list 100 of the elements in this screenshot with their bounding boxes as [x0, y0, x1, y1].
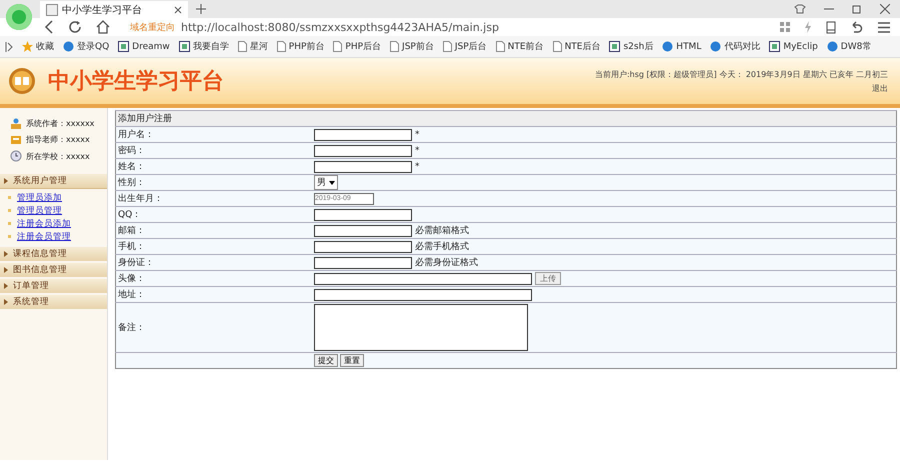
field-label: 头像：	[116, 270, 312, 286]
close-icon[interactable]	[880, 4, 890, 14]
field-label: 身份证：	[116, 254, 312, 270]
field-hint: 必需手机格式	[415, 242, 469, 252]
close-icon[interactable]	[174, 6, 182, 14]
bookmark[interactable]: PHP后台	[333, 40, 382, 53]
qr-icon[interactable]	[780, 22, 790, 32]
site-icon	[63, 41, 74, 52]
input-field[interactable]	[314, 224, 412, 236]
input-field[interactable]	[314, 128, 412, 140]
menu-link[interactable]: 管理员管理	[17, 204, 62, 216]
page-icon	[496, 41, 505, 52]
page-icon	[390, 41, 400, 52]
triangle-icon	[4, 178, 8, 184]
upload-button[interactable]: 上传	[535, 272, 561, 285]
undo-icon[interactable]	[850, 21, 864, 33]
info-text: 系统作者：xxxxxx	[26, 118, 94, 129]
bookmark[interactable]: NTE后台	[552, 40, 600, 53]
input-field[interactable]	[314, 240, 412, 252]
upload-field[interactable]	[314, 272, 532, 284]
field-label: 出生年月：	[116, 190, 312, 206]
info-text: 指导老师：xxxxx	[26, 134, 90, 145]
logo-icon	[8, 67, 36, 95]
reload-icon[interactable]	[68, 20, 82, 34]
info-text: 所在学校：xxxxx	[26, 150, 90, 162]
site-icon	[118, 41, 130, 52]
triangle-icon	[4, 251, 8, 257]
menu-icon[interactable]	[878, 22, 890, 32]
remarks-field[interactable]	[314, 304, 528, 351]
bookmark[interactable]: 收藏	[22, 40, 54, 53]
user-info: 当前用户:hsg [权限：超级管理员] 今天： 2019年3月9日 星期六 已亥年 二月初三	[594, 68, 888, 80]
back-icon[interactable]	[44, 20, 54, 34]
field-hint: *	[415, 162, 420, 172]
bullet-icon	[8, 196, 11, 199]
gender-select[interactable]: 男	[314, 175, 338, 190]
field-label: 密码：	[116, 142, 312, 158]
triangle-icon	[4, 283, 8, 289]
bookmark[interactable]: PHP前台	[276, 40, 324, 53]
bookmark[interactable]: 登录QQ	[63, 40, 110, 53]
menu-section[interactable]: 图书信息管理	[0, 263, 107, 277]
input-field[interactable]	[314, 288, 532, 300]
bookmark[interactable]: 星河	[238, 40, 268, 53]
star-icon	[22, 41, 33, 52]
browser-logo-icon	[6, 4, 32, 30]
bookmark[interactable]: HTML	[662, 41, 702, 52]
page-icon	[46, 4, 58, 16]
page-icon	[238, 41, 247, 52]
form-button[interactable]: 重置	[340, 354, 364, 367]
restore-icon[interactable]	[852, 4, 862, 14]
site-icon	[769, 41, 780, 52]
form-button[interactable]: 提交	[314, 354, 338, 367]
tab-title: 中小学生学习平台	[62, 4, 142, 16]
triangle-icon	[4, 299, 8, 305]
page-icon	[333, 41, 342, 52]
bullet-icon	[8, 222, 11, 225]
page-icon	[442, 41, 452, 52]
tablet-icon[interactable]	[826, 20, 836, 34]
field-hint: *	[415, 130, 420, 140]
person-icon	[10, 118, 22, 129]
input-field[interactable]	[314, 144, 412, 156]
bookmark[interactable]: NTE前台	[496, 40, 544, 53]
input-field[interactable]	[314, 208, 412, 220]
home-icon[interactable]	[96, 20, 110, 34]
field-label: QQ：	[116, 206, 312, 222]
new-tab-icon[interactable]	[196, 4, 206, 14]
menu-link[interactable]: 管理员添加	[17, 192, 62, 204]
field-label: 性别：	[116, 174, 312, 190]
menu-section[interactable]: 系统管理	[0, 295, 107, 309]
bookmark[interactable]: JSP前台	[390, 40, 434, 53]
redirect-label: 域名重定向	[130, 22, 175, 34]
logout-link[interactable]: 退出	[872, 82, 888, 94]
site-icon	[178, 41, 190, 52]
page-icon	[552, 41, 562, 52]
browser-tab[interactable]: 中小学生学习平台	[40, 1, 188, 18]
bookmark[interactable]: s2sh后	[609, 40, 654, 53]
menu-link[interactable]: 注册会员添加	[17, 218, 71, 230]
page-icon	[276, 41, 286, 52]
field-hint: 必需身份证格式	[415, 258, 478, 268]
field-label: 备注：	[116, 302, 312, 352]
bookmark[interactable]: JSP后台	[442, 40, 487, 53]
address-field[interactable]: http://localhost:8080/ssmzxxsxxpthsg4423AHA5/main.jsp	[181, 20, 499, 34]
menu-section[interactable]: 课程信息管理	[0, 247, 107, 261]
clock-icon	[10, 150, 22, 162]
site-title: 中小学生学习平台	[48, 68, 224, 96]
bookmark[interactable]: 我要自学	[178, 40, 229, 53]
menu-section[interactable]: 订单管理	[0, 279, 107, 293]
bookmark[interactable]: 代码对比	[710, 40, 760, 53]
field-hint: 必需邮箱格式	[415, 226, 469, 236]
input-field[interactable]	[314, 160, 412, 172]
menu-section[interactable]: 系统用户管理	[0, 174, 107, 189]
sidebar-toggle-icon[interactable]	[5, 42, 13, 52]
input-field[interactable]	[314, 256, 412, 268]
bullet-icon	[8, 235, 11, 238]
menu-link[interactable]: 注册会员管理	[17, 230, 71, 242]
bookmark[interactable]: DW8常	[826, 40, 872, 53]
bookmark[interactable]: MyEclip	[769, 41, 818, 52]
site-icon	[710, 41, 722, 52]
bookmark[interactable]: Dreamw	[118, 41, 170, 52]
field-label: 地址：	[116, 286, 312, 302]
field-label: 用户名：	[116, 126, 312, 142]
